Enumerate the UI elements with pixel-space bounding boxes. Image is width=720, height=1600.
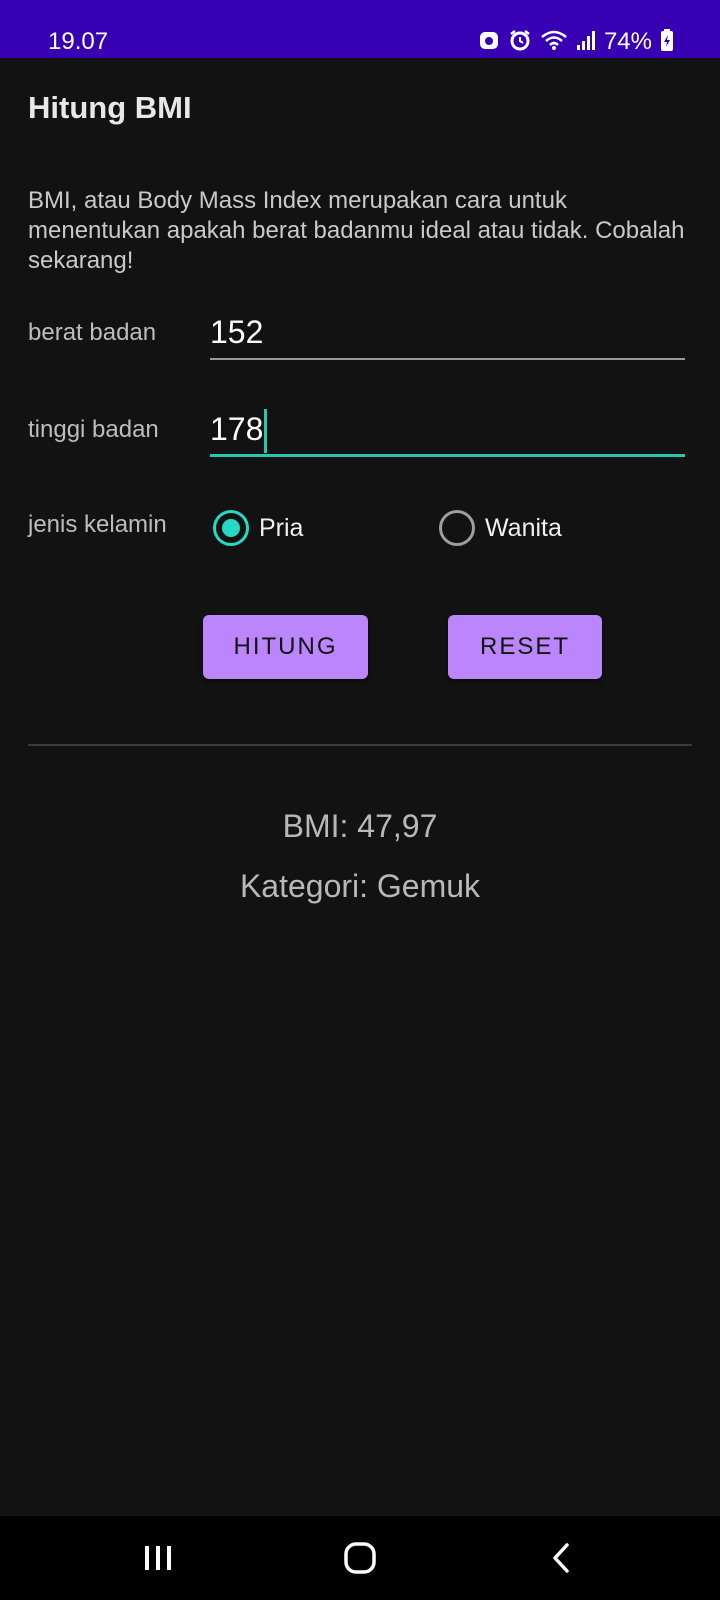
radio-checked-icon[interactable] <box>213 510 249 546</box>
height-input[interactable] <box>210 405 685 453</box>
battery-charging-icon <box>660 28 674 57</box>
bmi-category: Kategori: Gemuk <box>239 868 481 904</box>
description-text: BMI, atau Body Mass Index merupakan cara… <box>28 187 685 274</box>
radio-pria-label[interactable]: Pria <box>259 514 303 543</box>
radio-wanita[interactable]: Wanita <box>439 508 562 548</box>
recent-apps-icon <box>145 1546 171 1570</box>
radio-unchecked-icon[interactable] <box>439 510 475 546</box>
status-icons: 74% <box>478 26 674 58</box>
home-icon <box>344 1542 376 1574</box>
back-icon <box>553 1543 569 1573</box>
weight-label: berat badan <box>28 319 157 346</box>
signal-icon <box>576 29 596 56</box>
app-title: Hitung BMI <box>28 90 192 125</box>
text-caret <box>264 409 267 453</box>
status-bar: 19.07 74% <box>0 0 720 58</box>
radio-pria[interactable]: Pria <box>213 508 303 548</box>
divider <box>28 744 692 746</box>
calculate-button[interactable]: HITUNG <box>203 615 368 679</box>
recent-apps-button[interactable] <box>118 1526 198 1590</box>
battery-percent: 74% <box>603 28 652 55</box>
home-button[interactable] <box>320 1526 400 1590</box>
reset-button[interactable]: RESET <box>448 615 602 679</box>
weight-field[interactable] <box>210 308 685 360</box>
navigation-bar <box>0 1516 720 1600</box>
app-screen: Hitung BMI BMI, atau Body Mass Index mer… <box>0 58 720 1516</box>
wifi-icon <box>540 29 568 56</box>
weight-underline <box>210 358 685 360</box>
notification-app-icon <box>478 29 500 56</box>
back-button[interactable] <box>522 1526 602 1590</box>
bmi-result: BMI: 47,97 <box>282 808 438 844</box>
status-time: 19.07 <box>48 28 109 55</box>
height-field[interactable] <box>210 405 685 457</box>
alarm-icon <box>508 28 532 57</box>
radio-wanita-label[interactable]: Wanita <box>485 514 562 543</box>
height-underline <box>210 454 685 457</box>
gender-label: jenis kelamin <box>28 511 167 538</box>
height-label: tinggi badan <box>28 416 159 443</box>
weight-input[interactable] <box>210 308 685 356</box>
